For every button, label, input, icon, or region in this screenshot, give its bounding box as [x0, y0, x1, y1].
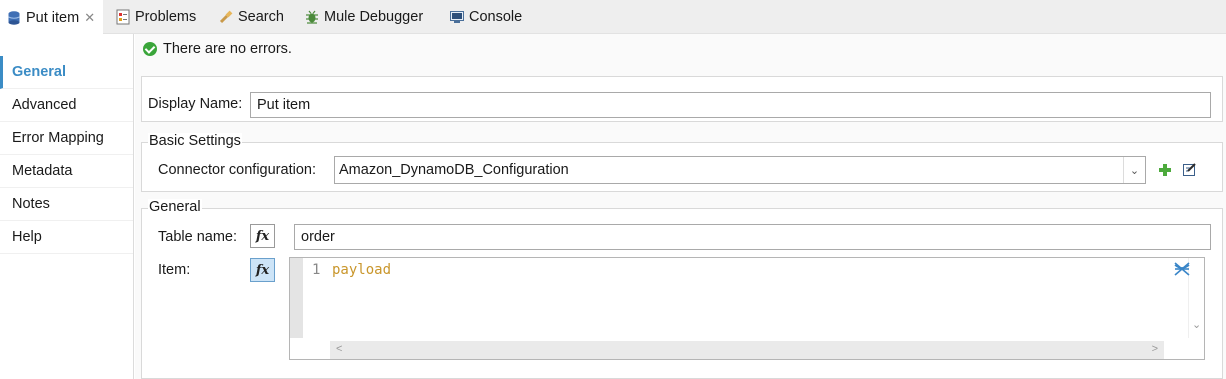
search-flashlight-icon: [218, 9, 234, 25]
vertical-scrollbar[interactable]: ⌄: [1188, 258, 1204, 338]
tab-problems[interactable]: Problems: [115, 0, 196, 34]
tab-put-item-label: Put item: [26, 9, 80, 26]
nav-item-help[interactable]: Help: [0, 221, 133, 254]
scroll-down-icon[interactable]: ⌄: [1192, 318, 1201, 331]
nav-item-notes[interactable]: Notes: [0, 188, 133, 221]
display-name-input[interactable]: Put item: [250, 92, 1211, 118]
display-name-label: Display Name:: [148, 96, 243, 112]
horizontal-scrollbar[interactable]: < >: [330, 341, 1164, 359]
tab-mule-debugger[interactable]: Mule Debugger: [304, 0, 423, 34]
editor-tab-bar: Put item ✕ Problems Search Mule Debugger…: [0, 0, 1226, 35]
tab-problems-label: Problems: [135, 9, 197, 25]
tab-mule-debugger-label: Mule Debugger: [324, 9, 424, 25]
connector-config-select[interactable]: Amazon_DynamoDB_Configuration ⌄: [334, 156, 1146, 184]
table-name-label: Table name:: [158, 229, 237, 245]
table-name-input[interactable]: order: [294, 224, 1211, 250]
close-icon[interactable]: ✕: [84, 10, 95, 26]
line-number: 1: [312, 262, 321, 278]
edit-config-icon[interactable]: [1182, 162, 1197, 180]
validation-status: There are no errors.: [143, 41, 292, 57]
chevron-down-icon[interactable]: ⌄: [1123, 157, 1145, 183]
tab-put-item[interactable]: Put item ✕: [0, 0, 103, 35]
fx-toggle-table[interactable]: fx: [250, 224, 275, 248]
data-mapper-icon[interactable]: [1174, 261, 1190, 280]
scroll-left-icon[interactable]: <: [336, 343, 342, 355]
status-text: There are no errors.: [163, 41, 292, 57]
basic-settings-title: Basic Settings: [148, 133, 242, 149]
connector-config-value: Amazon_DynamoDB_Configuration: [339, 162, 569, 178]
properties-nav: General Advanced Error Mapping Metadata …: [0, 34, 134, 379]
check-circle-icon: [143, 42, 157, 56]
bug-icon: [304, 9, 320, 25]
database-icon: [6, 10, 22, 26]
tab-search[interactable]: Search: [218, 0, 284, 34]
display-name-group: Display Name: Put item: [141, 76, 1223, 122]
general-group: Table name: fx order Item: fx 1 payload …: [141, 208, 1223, 379]
scroll-right-icon[interactable]: >: [1152, 343, 1158, 355]
nav-item-metadata[interactable]: Metadata: [0, 155, 133, 188]
tab-search-label: Search: [238, 9, 284, 25]
console-icon: [449, 9, 465, 25]
general-title: General: [148, 199, 202, 215]
properties-panel: There are no errors. Display Name: Put i…: [135, 34, 1226, 379]
item-code[interactable]: payload: [332, 262, 391, 278]
problems-icon: [115, 9, 131, 25]
item-expression-editor[interactable]: 1 payload ⌄ < >: [289, 257, 1205, 360]
item-label: Item:: [158, 262, 191, 278]
connector-config-label: Connector configuration:: [158, 162, 316, 178]
basic-settings-group: Connector configuration: Amazon_DynamoDB…: [141, 142, 1223, 192]
nav-item-advanced[interactable]: Advanced: [0, 89, 133, 122]
fx-toggle-item[interactable]: fx: [250, 258, 275, 282]
nav-item-general[interactable]: General: [0, 56, 133, 89]
nav-item-error-mapping[interactable]: Error Mapping: [0, 122, 133, 155]
add-config-icon[interactable]: [1158, 163, 1172, 180]
tab-console-label: Console: [469, 9, 523, 25]
editor-gutter: [290, 258, 303, 338]
tab-console[interactable]: Console: [449, 0, 522, 34]
